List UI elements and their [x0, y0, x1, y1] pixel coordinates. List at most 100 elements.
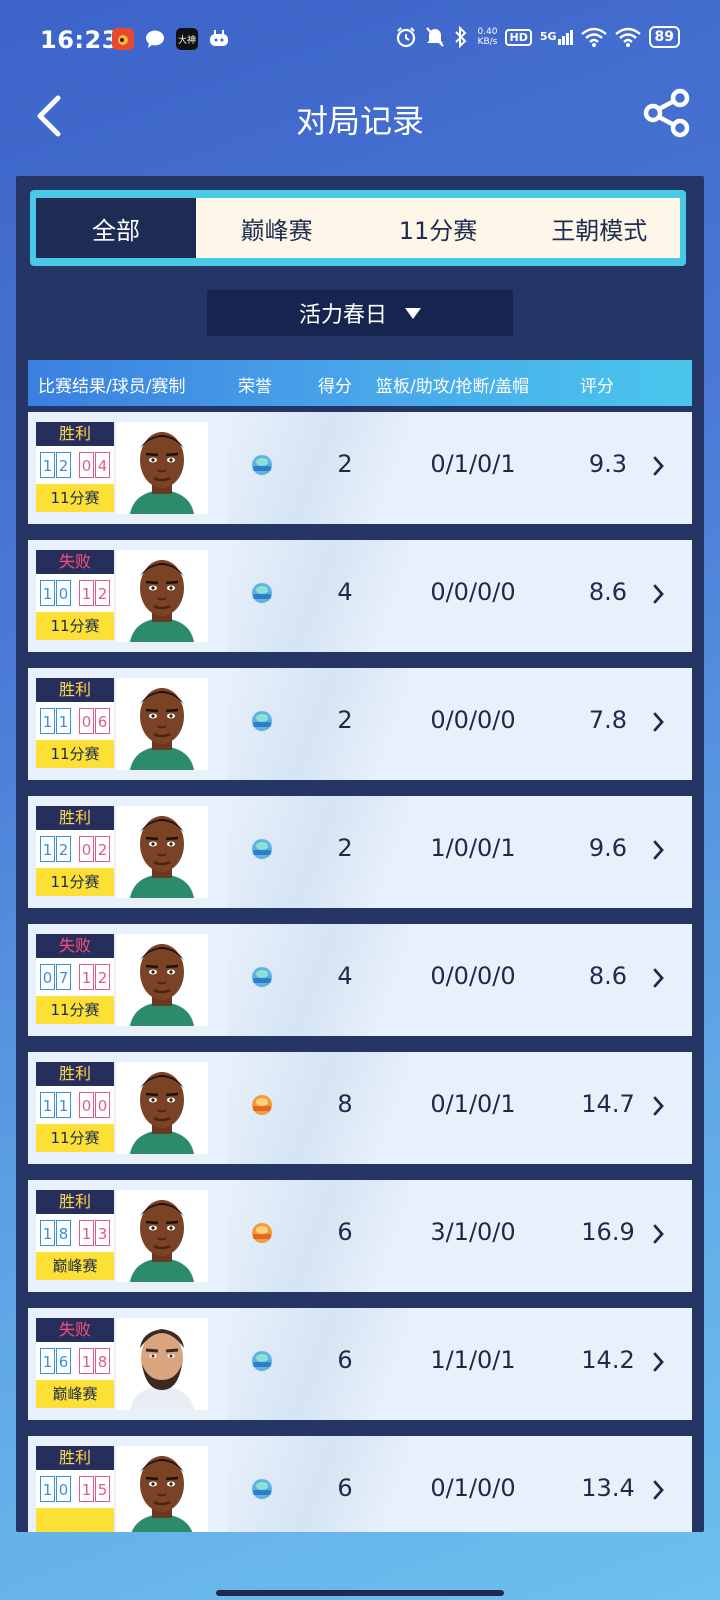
- mode-badge: 巅峰赛: [36, 1252, 114, 1280]
- score-digit: 1: [40, 1348, 55, 1374]
- rating-value: 8.6: [588, 962, 628, 990]
- match-row[interactable]: 失败 07 12 11分赛 4 0/0/0/0 8.6: [28, 924, 692, 1036]
- points-value: 8: [337, 1090, 353, 1118]
- season-dropdown[interactable]: 活力春日: [207, 290, 513, 336]
- honor-badge-icon: [250, 1476, 274, 1502]
- points-value: 6: [337, 1218, 353, 1246]
- score-digit: 7: [56, 964, 71, 990]
- score-digit: 1: [40, 708, 55, 734]
- caret-down-icon: [405, 307, 421, 319]
- score-digit: 0: [95, 1092, 110, 1118]
- tab-all[interactable]: 全部: [36, 198, 196, 258]
- net-speed-value: 0.40: [477, 27, 498, 37]
- team-score: 11: [36, 1086, 75, 1124]
- points-value: 4: [337, 578, 353, 606]
- score-digit: 1: [40, 1220, 55, 1246]
- score-digit: 1: [79, 1476, 94, 1502]
- score-digit: 0: [79, 708, 94, 734]
- player-avatar: [116, 1318, 208, 1410]
- match-row[interactable]: 胜利 12 02 11分赛 2 1/0/0/1 9.6: [28, 796, 692, 908]
- player-avatar: [116, 806, 208, 898]
- score-digit: 1: [79, 580, 94, 606]
- score-digit: 3: [95, 1220, 110, 1246]
- score-digit: 2: [95, 580, 110, 606]
- score-digit: 2: [95, 964, 110, 990]
- score-digit: 6: [56, 1348, 71, 1374]
- table-header: 比赛结果/球员/赛制 荣誉 得分 篮板/助攻/抢断/盖帽 评分: [28, 360, 692, 406]
- match-row[interactable]: 胜利 12 04 11分赛 2 0/1/0/1 9.3: [28, 412, 692, 524]
- stats-value: 0/1/0/0: [430, 1474, 516, 1502]
- result-box: 胜利 11 00 11分赛: [36, 1062, 114, 1154]
- result-box: 胜利 11 06 11分赛: [36, 678, 114, 770]
- result-label: 失败: [36, 934, 114, 958]
- result-label: 胜利: [36, 422, 114, 446]
- match-row[interactable]: 胜利 11 06 11分赛 2 0/0/0/0 7.8: [28, 668, 692, 780]
- stats-value: 3/1/0/0: [430, 1218, 516, 1246]
- rating-value: 9.6: [588, 834, 628, 862]
- result-box: 失败 07 12 11分赛: [36, 934, 114, 1026]
- rating-value: 16.9: [581, 1218, 635, 1246]
- home-indicator[interactable]: [216, 1590, 504, 1596]
- result-box: 胜利 12 02 11分赛: [36, 806, 114, 898]
- tab-11-point[interactable]: 11分赛: [357, 198, 518, 258]
- honor-badge-icon: [250, 836, 274, 862]
- match-row[interactable]: 失败 16 18 巅峰赛 6 1/1/0/1 14.2: [28, 1308, 692, 1420]
- honor-badge-icon: [250, 1348, 274, 1374]
- chevron-right-icon: [652, 454, 666, 478]
- score-board: 16 18: [36, 1342, 114, 1380]
- chevron-right-icon: [652, 582, 666, 606]
- opponent-score: 13: [75, 1214, 114, 1252]
- score-digit: 1: [79, 964, 94, 990]
- rating-value: 13.4: [581, 1474, 635, 1502]
- tab-dynasty[interactable]: 王朝模式: [519, 198, 680, 258]
- team-score: 11: [36, 702, 75, 740]
- score-digit: 1: [56, 708, 71, 734]
- stats-value: 1/1/0/1: [430, 1346, 516, 1374]
- result-label: 胜利: [36, 806, 114, 830]
- player-avatar: [116, 1446, 208, 1532]
- opponent-score: 12: [75, 958, 114, 996]
- share-button[interactable]: [642, 88, 692, 138]
- cell-signal-icon: 5G: [539, 29, 573, 45]
- score-digit: 1: [79, 1348, 94, 1374]
- score-digit: 5: [95, 1476, 110, 1502]
- page-title: 对局记录: [295, 102, 424, 140]
- network-type: 5G: [539, 29, 557, 43]
- score-digit: 0: [79, 452, 94, 478]
- team-score: 10: [36, 574, 75, 612]
- chevron-right-icon: [652, 1478, 666, 1502]
- rating-value: 7.8: [588, 706, 628, 734]
- chevron-right-icon: [652, 710, 666, 734]
- match-row[interactable]: 胜利 18 13 巅峰赛 6 3/1/0/0 16.9: [28, 1180, 692, 1292]
- match-row[interactable]: 失败 10 12 11分赛 4 0/0/0/0 8.6: [28, 540, 692, 652]
- mode-badge: 11分赛: [36, 1124, 114, 1152]
- honor-badge-icon: [250, 964, 274, 990]
- score-board: 11 00: [36, 1086, 114, 1124]
- tab-peak[interactable]: 巅峰赛: [196, 198, 357, 258]
- score-board: 07 12: [36, 958, 114, 996]
- match-row[interactable]: 胜利 11 00 11分赛 8 0/1/0/1 14.7: [28, 1052, 692, 1164]
- team-score: 16: [36, 1342, 75, 1380]
- header-rating: 评分: [580, 377, 614, 397]
- weibo-icon: [112, 28, 134, 50]
- player-avatar: [116, 934, 208, 1026]
- result-label: 失败: [36, 550, 114, 574]
- stats-value: 0/0/0/0: [430, 578, 516, 606]
- status-time: 16:23: [40, 26, 119, 54]
- honor-badge-icon: [250, 1220, 274, 1246]
- stats-value: 0/1/0/1: [430, 450, 516, 478]
- opponent-score: 06: [75, 702, 114, 740]
- alarm-icon: [397, 27, 416, 48]
- opponent-score: 04: [75, 446, 114, 484]
- honor-badge-icon: [250, 452, 274, 478]
- result-label: 胜利: [36, 678, 114, 702]
- score-digit: 4: [95, 452, 110, 478]
- stats-value: 0/0/0/0: [430, 706, 516, 734]
- points-value: 2: [337, 450, 353, 478]
- points-value: 4: [337, 962, 353, 990]
- mode-badge: 11分赛: [36, 996, 114, 1024]
- match-row[interactable]: 胜利 10 15 6 0/1/0/0 13.4: [28, 1436, 692, 1532]
- chevron-right-icon: [652, 1222, 666, 1246]
- score-digit: 1: [40, 580, 55, 606]
- opponent-score: 18: [75, 1342, 114, 1380]
